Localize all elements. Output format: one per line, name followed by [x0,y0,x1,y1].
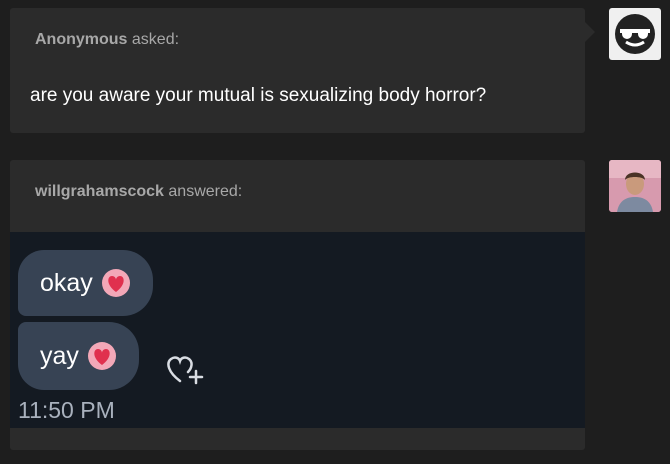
message-bubble: yay [18,322,139,390]
message-bubble: okay [18,250,153,316]
asker-line: Anonymous asked: [35,31,179,49]
answer-card: willgrahamscock answered: okay yay 11:50… [10,160,585,450]
ask-card: Anonymous asked: are you aware your mutu… [10,8,595,133]
question-text: are you aware your mutual is sexualizing… [30,85,487,106]
asked-label: asked: [131,31,180,48]
chat-screenshot-image: okay yay 11:50 PM [10,232,585,428]
sunglasses-anon-icon [615,14,655,54]
answerer-avatar[interactable] [609,160,661,212]
answerer-line: willgrahamscock answered: [35,183,242,201]
add-reaction-heart-icon [167,356,204,385]
anonymous-avatar[interactable] [609,8,661,60]
message-timestamp: 11:50 PM [18,397,115,423]
heart-emoji-icon [87,342,116,370]
ask-card-pointer [585,22,595,42]
asker-name: Anonymous [35,31,128,48]
answered-label: answered: [168,183,243,200]
user-photo-avatar [609,160,661,212]
answerer-name[interactable]: willgrahamscock [35,183,164,200]
heart-emoji-icon [101,269,130,297]
message-text: yay [40,341,79,370]
message-text: okay [40,268,93,297]
